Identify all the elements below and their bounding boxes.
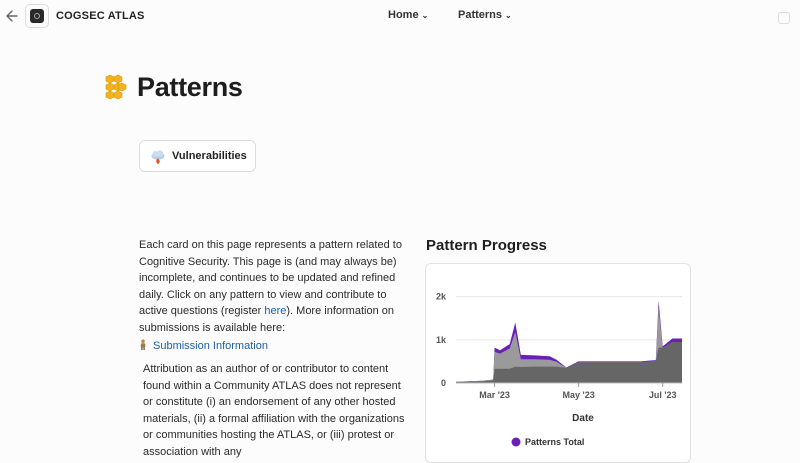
y-tick-label: 2k [436, 292, 447, 302]
nav-patterns-label: Patterns [458, 9, 503, 21]
card-label: Vulnerabilities [172, 150, 247, 162]
back-arrow-icon[interactable] [5, 8, 19, 24]
x-axis-label: Date [572, 413, 594, 424]
chevron-down-icon: ⌄ [505, 11, 512, 20]
x-tick-label: Mar '23 [479, 390, 510, 400]
page-title: Patterns [137, 72, 243, 102]
site-logo[interactable] [25, 4, 49, 28]
nav-patterns[interactable]: Patterns ⌄ [458, 9, 512, 21]
brand-name[interactable]: COGSEC ATLAS [56, 10, 145, 22]
top-navigation-bar: COGSEC ATLAS Home ⌄ Patterns ⌄ [0, 0, 800, 34]
person-icon [140, 338, 146, 350]
nav-home-label: Home [388, 9, 419, 21]
y-tick-label: 0 [441, 378, 446, 388]
chart-canvas: 0 1k 2k Mar '23 May '23 Jul '23 Date Patterns T… [436, 292, 682, 447]
intro-paragraph: Each card on this page represents a patt… [139, 237, 405, 354]
nav-home[interactable]: Home ⌄ [388, 9, 428, 21]
cloud-flame-icon [151, 150, 165, 164]
honeycomb-icon [105, 74, 127, 100]
menu-toggle-icon[interactable] [778, 12, 790, 24]
chart-title: Pattern Progress [426, 237, 547, 254]
series-3-area [456, 342, 682, 383]
legend-label: Patterns Total [525, 437, 584, 447]
register-here-link[interactable]: here [264, 305, 286, 317]
vulnerabilities-card[interactable]: Vulnerabilities [139, 140, 256, 172]
chevron-down-icon: ⌄ [421, 11, 429, 20]
x-tick-label: May '23 [563, 390, 595, 400]
x-tick-label: Jul '23 [649, 390, 677, 400]
attribution-paragraph: Attribution as an author of or contribut… [143, 363, 405, 458]
logo-mark-icon [30, 9, 44, 23]
y-tick-label: 1k [436, 335, 447, 345]
pattern-progress-chart: 0 1k 2k Mar '23 May '23 Jul '23 Date Patterns T… [425, 263, 691, 463]
submission-information-link[interactable]: Submission Information [153, 340, 268, 352]
legend-swatch [511, 437, 521, 447]
